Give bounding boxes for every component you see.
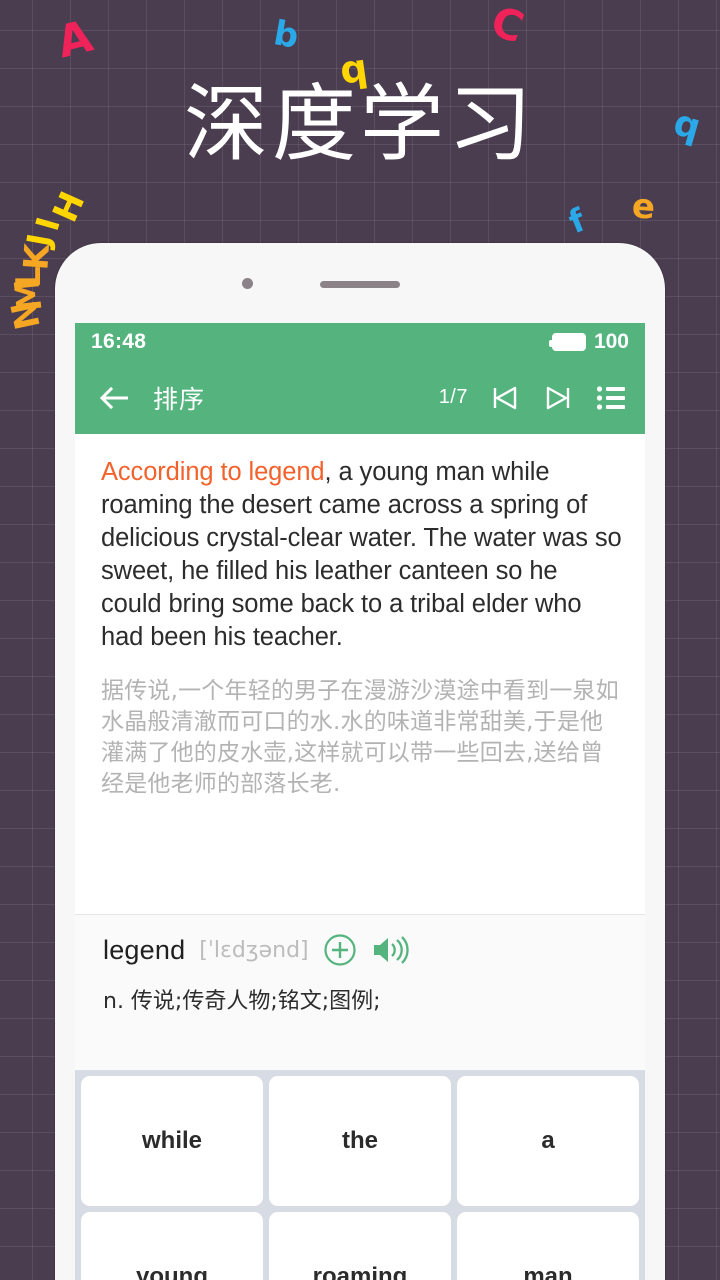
front-camera-icon [242, 278, 253, 289]
dictionary-header: legend [ˈlɛdʒənd] [103, 933, 619, 967]
list-icon [596, 385, 625, 410]
status-clock: 16:48 [91, 330, 147, 353]
pronounce-button[interactable] [371, 934, 409, 966]
word-tile[interactable]: roaming [269, 1212, 451, 1280]
decor-letter: C [485, 0, 530, 53]
decor-letter: b [270, 13, 302, 57]
decor-letter: e [630, 186, 657, 228]
word-tile[interactable]: a [457, 1076, 639, 1206]
dictionary-definition: n. 传说;传奇人物;铭文;图例; [103, 989, 381, 1014]
plus-circle-icon [324, 934, 356, 966]
next-sentence-button[interactable] [540, 380, 576, 416]
decor-letter: f [563, 200, 591, 242]
app-bar-actions: 1/7 [439, 380, 629, 416]
chinese-translation: 据传说,一个年轻的男子在漫游沙漠途中看到一泉如水晶般清澈而可口的水.水的味道非常… [101, 678, 619, 797]
page-counter: 1/7 [438, 386, 468, 408]
word-tile[interactable]: the [269, 1076, 451, 1206]
english-passage-rest: , a young man while roaming the desert c… [101, 458, 622, 651]
page-title: 深度学习 [183, 75, 536, 173]
highlighted-phrase[interactable]: According to legend [101, 458, 325, 486]
speaker-icon [373, 936, 409, 964]
word-tile-row: while the a [81, 1076, 639, 1206]
english-passage[interactable]: According to legend, a young man while r… [101, 456, 623, 654]
sentence-list-button[interactable] [593, 380, 629, 416]
skip-next-icon [546, 386, 570, 409]
word-tile-tray: while the a young roaming man [75, 1070, 645, 1280]
app-bar: 排序 1/7 [75, 361, 645, 434]
skip-previous-icon [493, 386, 517, 409]
earpiece-speaker [320, 281, 400, 288]
add-to-wordbook-button[interactable] [323, 933, 357, 967]
phone-screen: 16:48 100 排序 1/7 According to legend, a … [75, 323, 645, 1280]
word-tile[interactable]: man [457, 1212, 639, 1280]
status-bar: 16:48 100 [75, 323, 645, 361]
previous-sentence-button[interactable] [487, 380, 523, 416]
dictionary-phonetic: [ˈlɛdʒənd] [199, 937, 309, 963]
poster-canvas: AbqCqefHIJKLMN 深度学习 16:48 100 排序 1/7 Acc… [0, 0, 720, 1280]
dictionary-word: legend [103, 934, 186, 965]
status-right-group: 100 [548, 330, 629, 354]
decor-letter: A [52, 10, 98, 69]
app-bar-title: 排序 [153, 384, 206, 414]
decor-letter: N [3, 296, 49, 334]
reading-pane: According to legend, a young man while r… [75, 434, 645, 914]
word-tile[interactable]: young [81, 1212, 263, 1280]
battery-icon [548, 333, 586, 351]
word-tile-row: young roaming man [81, 1212, 639, 1280]
dictionary-pane: legend [ˈlɛdʒənd] n. 传说;传奇人物;铭文;图例; [75, 914, 645, 1070]
arrow-left-icon [99, 386, 128, 409]
back-button[interactable] [95, 378, 135, 418]
battery-percent-label: 100 [593, 330, 629, 353]
word-tile[interactable]: while [81, 1076, 263, 1206]
